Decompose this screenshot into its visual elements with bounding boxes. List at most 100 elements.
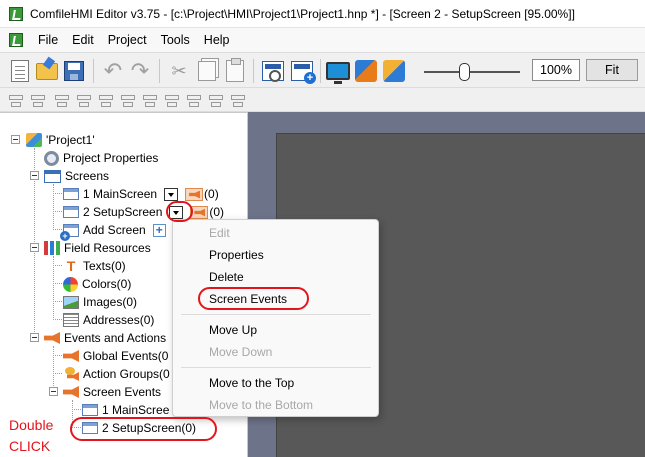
tree-node-screens[interactable]: Screens [44, 167, 109, 185]
screen-1-dropdown-button[interactable] [164, 187, 179, 201]
project-collapse-toggle[interactable] [11, 135, 20, 144]
field-resources-collapse-toggle[interactable] [30, 243, 39, 252]
gear-icon [44, 150, 59, 166]
tree-node-label: Colors(0) [82, 277, 132, 291]
copy-button[interactable] [193, 57, 221, 85]
open-file-button[interactable] [33, 57, 61, 85]
context-menu-screen-events[interactable]: Screen Events [209, 292, 287, 306]
upload-button[interactable] [380, 57, 408, 85]
tree-line [72, 409, 81, 410]
tree-node-label: 1 MainScreen [83, 187, 158, 201]
context-menu-move-down: Move Down [209, 345, 273, 359]
tree-line [53, 373, 62, 374]
align-center-horizontal-icon[interactable] [97, 92, 113, 108]
align-left-icon[interactable] [7, 92, 23, 108]
align-top-icon[interactable] [53, 92, 69, 108]
screens-collapse-toggle[interactable] [30, 171, 39, 180]
app-logo-icon [9, 6, 23, 21]
screen-icon [82, 404, 98, 416]
redo-button[interactable]: ↷ [126, 57, 154, 85]
context-menu-properties[interactable]: Properties [209, 248, 264, 262]
screens-icon [44, 169, 61, 183]
undo-button[interactable]: ↶ [99, 57, 127, 85]
menu-help[interactable]: Help [197, 28, 237, 52]
context-menu-move-to-top[interactable]: Move to the Top [209, 376, 294, 390]
tree-node-project[interactable]: 'Project1' [26, 131, 95, 149]
tree-node-global-events[interactable]: Global Events(0 [63, 347, 168, 365]
window-title: ComfileHMI Editor v3.75 - [c:\Project\HM… [30, 6, 575, 21]
events-actions-collapse-toggle[interactable] [30, 333, 39, 342]
tree-line [53, 283, 62, 284]
context-menu-delete[interactable]: Delete [209, 270, 244, 284]
screen-events-collapse-toggle[interactable] [49, 387, 58, 396]
new-document-icon [11, 60, 29, 82]
tree-node-screen-events[interactable]: Screen Events [63, 383, 161, 401]
cut-button[interactable]: ✂ [165, 57, 193, 85]
screen-2-events-button[interactable] [190, 205, 209, 219]
color-palette-icon [63, 276, 78, 292]
tree-node-action-groups[interactable]: Action Groups(0 [63, 365, 170, 383]
screen-icon [63, 188, 79, 200]
menu-edit[interactable]: Edit [65, 28, 101, 52]
text-icon: T [66, 258, 76, 274]
preview-screen-button[interactable] [259, 57, 287, 85]
download-button[interactable] [352, 57, 380, 85]
align-center-vertical-icon[interactable] [119, 92, 135, 108]
toolbar-separator [320, 59, 321, 83]
app-menu-icon[interactable] [9, 33, 23, 47]
zoom-slider-thumb[interactable] [459, 63, 470, 81]
tree-line [53, 184, 54, 230]
tree-node-field-resources[interactable]: Field Resources [44, 239, 151, 257]
add-screen-toolbar-button[interactable] [288, 57, 316, 85]
tree-node-screen-1[interactable]: 1 MainScreen (0) [63, 185, 219, 203]
screen-icon [82, 422, 98, 434]
screen-2-dropdown-button[interactable] [169, 205, 184, 219]
tree-node-colors[interactable]: Colors(0) [63, 275, 131, 293]
screen-icon [63, 206, 79, 218]
same-height-icon[interactable] [163, 92, 179, 108]
align-right-icon[interactable] [29, 92, 45, 108]
context-menu-separator [181, 314, 371, 315]
fit-button[interactable]: Fit [586, 59, 638, 81]
tree-node-add-screen[interactable]: Add Screen + [60, 221, 166, 241]
screen-context-menu: Edit Properties Delete Screen Events Mov… [172, 219, 379, 417]
megaphone-icon [63, 386, 79, 398]
tree-node-images[interactable]: Images(0) [63, 293, 137, 311]
context-menu-move-to-bottom: Move to the Bottom [209, 398, 314, 412]
tree-node-addresses[interactable]: Addresses(0) [63, 311, 154, 329]
tree-line [53, 211, 62, 212]
paste-button[interactable] [221, 57, 249, 85]
same-width-icon[interactable] [141, 92, 157, 108]
tree-line [72, 400, 73, 428]
zoom-level-field[interactable]: 100% [532, 59, 580, 81]
simulator-button[interactable] [324, 57, 352, 85]
add-screen-plus-button[interactable]: + [152, 223, 166, 237]
tree-node-screen-events-screen-1[interactable]: 1 MainScree [82, 401, 169, 419]
tree-node-label: Global Events(0 [83, 349, 169, 363]
tree-node-project-properties[interactable]: Project Properties [44, 149, 158, 167]
tree-node-texts[interactable]: T Texts(0) [63, 257, 126, 275]
address-list-icon [63, 313, 79, 327]
tree-node-label: Project Properties [63, 151, 159, 165]
tree-node-label: Events and Actions [64, 331, 167, 345]
new-file-button[interactable] [6, 57, 34, 85]
context-menu-move-up[interactable]: Move Up [209, 323, 257, 337]
tree-node-label: Add Screen [83, 223, 146, 237]
space-vertical-icon[interactable] [207, 92, 223, 108]
center-in-screen-icon[interactable] [229, 92, 245, 108]
menu-tools[interactable]: Tools [154, 28, 197, 52]
project-cube-icon [26, 133, 42, 147]
save-button[interactable] [60, 57, 88, 85]
tree-node-screen-events-screen-2[interactable]: 2 SetupScreen(0) [82, 419, 196, 437]
tree-node-label: Images(0) [83, 295, 138, 309]
menu-project[interactable]: Project [101, 28, 154, 52]
screen-1-events-button[interactable] [185, 187, 204, 201]
menu-file[interactable]: File [31, 28, 65, 52]
action-group-icon [63, 367, 79, 381]
zoom-slider[interactable] [424, 63, 520, 81]
tree-node-events-actions[interactable]: Events and Actions [44, 329, 166, 347]
download-icon [355, 60, 377, 82]
align-bottom-icon[interactable] [75, 92, 91, 108]
tree-line [72, 427, 81, 428]
space-horizontal-icon[interactable] [185, 92, 201, 108]
